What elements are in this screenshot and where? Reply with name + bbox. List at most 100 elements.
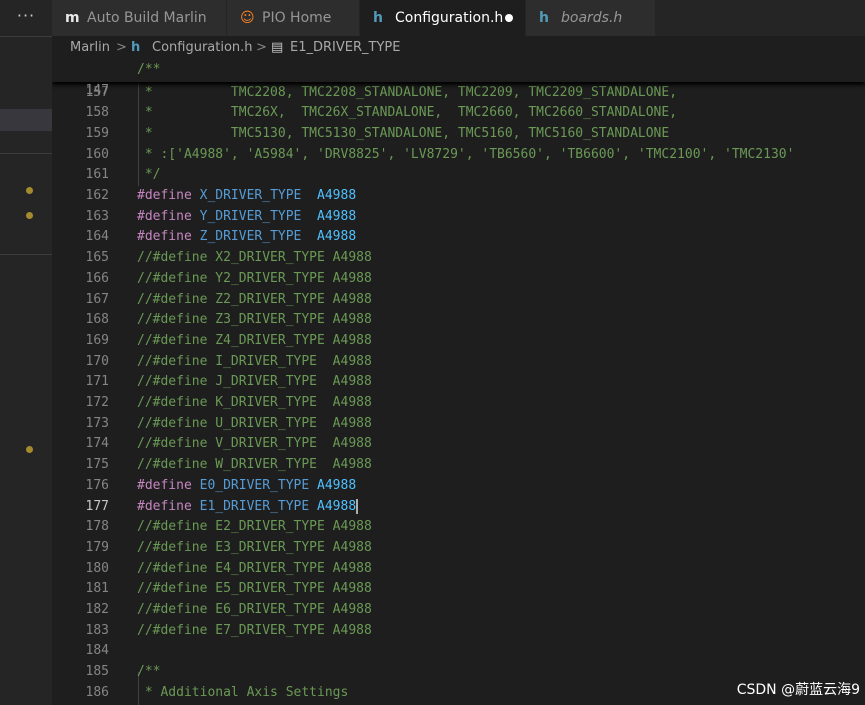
- code-text: * TMC2208, TMC2208_STANDALONE, TMC2209, …: [137, 84, 678, 100]
- code-text: #define Y_DRIVER_TYPE A4988: [137, 208, 357, 224]
- unsaved-changes-dot-icon[interactable]: [505, 14, 513, 22]
- sticky-scroll-header[interactable]: 147 /**: [52, 60, 865, 98]
- code-line[interactable]: 182 //#define E6_DRIVER_TYPE A4988: [52, 600, 865, 621]
- code-text: * :['A4988', 'A5984', 'DRV8825', 'LV8729…: [137, 146, 795, 162]
- code-line[interactable]: 174 //#define V_DRIVER_TYPE A4988: [52, 434, 865, 455]
- marlin-m-icon: m: [65, 10, 80, 26]
- code-text: //#define W_DRIVER_TYPE A4988: [137, 457, 372, 473]
- breadcrumb-symbol[interactable]: E1_DRIVER_TYPE: [290, 36, 400, 60]
- code-text: #define X_DRIVER_TYPE A4988: [137, 188, 357, 203]
- line-number: 164: [85, 229, 109, 245]
- modified-dot-icon: [26, 446, 33, 453]
- code-text: //#define J_DRIVER_TYPE A4988: [137, 374, 372, 390]
- code-line[interactable]: 180 //#define E4_DRIVER_TYPE A4988: [52, 559, 865, 580]
- line-number: 174: [85, 436, 109, 452]
- code-text: //#define Z2_DRIVER_TYPE A4988: [137, 291, 372, 307]
- code-text: //#define X2_DRIVER_TYPE A4988: [137, 250, 372, 266]
- code-text: * TMC5130, TMC5130_STANDALONE, TMC5160, …: [137, 125, 670, 141]
- code-line[interactable]: 162 #define X_DRIVER_TYPE A4988: [52, 186, 865, 207]
- sticky-line: 147 /**: [52, 60, 865, 98]
- code-text: //#define V_DRIVER_TYPE A4988: [137, 436, 372, 452]
- modified-dot-icon: [26, 187, 33, 194]
- line-number: 168: [85, 312, 109, 328]
- line-number: 169: [85, 332, 109, 348]
- code-text: /**: [137, 664, 161, 680]
- tab-boards-h[interactable]: h boards.h: [526, 0, 656, 36]
- line-number: 185: [85, 664, 109, 680]
- tab-label: boards.h: [561, 10, 623, 26]
- code-line[interactable]: 161 */: [52, 165, 865, 186]
- explorer-sidebar: ···: [0, 0, 52, 705]
- code-line[interactable]: 170 //#define I_DRIVER_TYPE A4988: [52, 352, 865, 373]
- code-text: /**: [137, 62, 161, 77]
- code-line[interactable]: 172 //#define K_DRIVER_TYPE A4988: [52, 393, 865, 414]
- line-number: 172: [85, 395, 109, 410]
- code-text: //#define K_DRIVER_TYPE A4988: [137, 395, 372, 410]
- code-text: //#define U_DRIVER_TYPE A4988: [137, 415, 372, 431]
- code-line[interactable]: 179 //#define E3_DRIVER_TYPE A4988: [52, 538, 865, 559]
- sidebar-divider: [0, 254, 52, 255]
- code-line[interactable]: 158 * TMC26X, TMC26X_STANDALONE, TMC2660…: [52, 103, 865, 124]
- code-line[interactable]: 164 #define Z_DRIVER_TYPE A4988: [52, 227, 865, 248]
- line-number: 180: [85, 560, 109, 576]
- text-cursor: [356, 498, 359, 514]
- code-line[interactable]: 168 //#define Z3_DRIVER_TYPE A4988: [52, 310, 865, 331]
- line-number: 161: [85, 167, 109, 183]
- code-line[interactable]: 165 //#define X2_DRIVER_TYPE A4988: [52, 248, 865, 269]
- line-number: 166: [85, 270, 109, 286]
- code-line[interactable]: 178 //#define E2_DRIVER_TYPE A4988: [52, 517, 865, 538]
- sidebar-selected-item[interactable]: [0, 109, 52, 131]
- c-header-file-icon: h: [131, 40, 141, 55]
- code-line[interactable]: 166 //#define Y2_DRIVER_TYPE A4988: [52, 269, 865, 290]
- c-header-file-icon: h: [373, 10, 383, 26]
- line-number: 186: [85, 684, 109, 700]
- line-number: 171: [85, 374, 109, 390]
- code-text: //#define I_DRIVER_TYPE A4988: [137, 353, 372, 369]
- line-number: 184: [85, 643, 109, 659]
- breadcrumb-file[interactable]: Configuration.h: [152, 36, 253, 60]
- code-text: //#define E3_DRIVER_TYPE A4988: [137, 539, 372, 555]
- more-actions-icon[interactable]: ···: [0, 0, 52, 36]
- modified-dot-icon: [26, 212, 33, 219]
- code-line[interactable]: 176 #define E0_DRIVER_TYPE A4988: [52, 476, 865, 497]
- line-number: 179: [85, 539, 109, 555]
- code-text: //#define Z4_DRIVER_TYPE A4988: [137, 332, 372, 348]
- line-number: 170: [85, 353, 109, 369]
- tab-pio-home[interactable]: ☺ PIO Home: [227, 0, 360, 36]
- line-number: 175: [85, 457, 109, 473]
- code-line[interactable]: 184: [52, 641, 865, 662]
- line-number: 162: [85, 188, 109, 203]
- code-line[interactable]: 160 * :['A4988', 'A5984', 'DRV8825', 'LV…: [52, 145, 865, 166]
- code-line[interactable]: 183 //#define E7_DRIVER_TYPE A4988: [52, 621, 865, 642]
- chevron-right-icon: >: [256, 40, 267, 55]
- code-text: #define Z_DRIVER_TYPE A4988: [137, 229, 357, 245]
- line-number: 160: [85, 146, 109, 162]
- line-number: 181: [85, 581, 109, 597]
- tab-auto-build-marlin[interactable]: m Auto Build Marlin: [52, 0, 227, 36]
- code-text: //#define Z3_DRIVER_TYPE A4988: [137, 312, 372, 328]
- code-line[interactable]: 173 //#define U_DRIVER_TYPE A4988: [52, 414, 865, 435]
- code-line[interactable]: 169 //#define Z4_DRIVER_TYPE A4988: [52, 331, 865, 352]
- code-line[interactable]: 159 * TMC5130, TMC5130_STANDALONE, TMC51…: [52, 124, 865, 145]
- code-line[interactable]: 181 //#define E5_DRIVER_TYPE A4988: [52, 579, 865, 600]
- breadcrumb: Marlin > h Configuration.h > ▤ E1_DRIVER…: [52, 36, 865, 60]
- code-text: */: [137, 167, 161, 183]
- symbol-constant-icon: ▤: [271, 40, 284, 55]
- code-text: #define E1_DRIVER_TYPE A4988: [137, 498, 359, 514]
- code-line[interactable]: 171 //#define J_DRIVER_TYPE A4988: [52, 372, 865, 393]
- line-number: 147: [85, 82, 109, 98]
- tab-configuration-h[interactable]: h Configuration.h: [360, 0, 526, 36]
- breadcrumb-folder[interactable]: Marlin: [70, 36, 110, 60]
- tab-label: Auto Build Marlin: [87, 10, 207, 26]
- code-line[interactable]: 157 * TMC2208, TMC2208_STANDALONE, TMC22…: [52, 83, 865, 104]
- code-text: //#define E4_DRIVER_TYPE A4988: [137, 560, 372, 576]
- sidebar-divider: [0, 36, 52, 37]
- code-line[interactable]: 175 //#define W_DRIVER_TYPE A4988: [52, 455, 865, 476]
- code-editor[interactable]: 147 /** 157 * TMC2208, TMC2208_STANDALON…: [52, 60, 865, 705]
- code-line[interactable]: 177 #define E1_DRIVER_TYPE A4988: [52, 497, 865, 518]
- code-line[interactable]: 167 //#define Z2_DRIVER_TYPE A4988: [52, 290, 865, 311]
- code-text: //#define E5_DRIVER_TYPE A4988: [137, 581, 372, 597]
- code-text: * Additional Axis Settings: [137, 684, 349, 700]
- code-line[interactable]: 163 #define Y_DRIVER_TYPE A4988: [52, 207, 865, 228]
- editor-tab-bar: m Auto Build Marlin ☺ PIO Home h Configu…: [52, 0, 865, 36]
